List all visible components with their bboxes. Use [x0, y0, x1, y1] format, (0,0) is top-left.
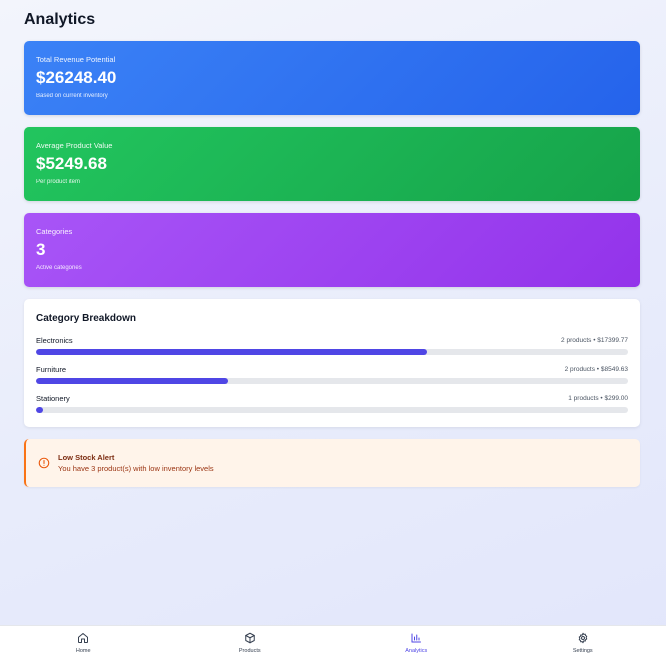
nav-label: Settings: [572, 648, 593, 654]
nav-item-analytics[interactable]: Analytics: [333, 626, 500, 661]
nav-item-home[interactable]: Home: [0, 626, 167, 661]
category-breakdown-card: Category Breakdown Electronics 2 product…: [24, 299, 640, 427]
category-name: Stationery: [36, 393, 70, 403]
category-row-electronics: Electronics 2 products • $17399.77: [36, 335, 628, 355]
category-row-furniture: Furniture 2 products • $8549.63: [36, 364, 628, 384]
bar-chart-icon: [411, 633, 422, 643]
nav-item-products[interactable]: Products: [167, 626, 334, 661]
alert-circle-icon: [38, 457, 50, 469]
stat-card-revenue: Total Revenue Potential $26248.40 Based …: [24, 41, 640, 115]
category-meta: 1 products • $299.00: [568, 394, 628, 402]
progress-fill: [36, 407, 44, 413]
bottom-navigation: Home Products Analytics Settings: [0, 625, 666, 661]
stat-card-average-value: Average Product Value $5249.68 Per produ…: [24, 127, 640, 201]
home-icon: [78, 633, 89, 643]
nav-label: Analytics: [405, 648, 428, 654]
low-stock-alert: Low Stock Alert You have 3 product(s) wi…: [24, 439, 640, 487]
category-row-stationery: Stationery 1 products • $299.00: [36, 393, 628, 413]
box-icon: [245, 632, 255, 644]
category-name: Electronics: [36, 335, 73, 345]
stat-label: Categories: [36, 227, 73, 236]
category-meta: 2 products • $17399.77: [561, 336, 628, 344]
progress-track: [36, 378, 628, 384]
stat-value: $5249.68: [36, 154, 107, 173]
stat-label: Total Revenue Potential: [36, 55, 116, 64]
alert-title: Low Stock Alert: [58, 453, 115, 462]
nav-label: Home: [75, 648, 91, 654]
stat-value: 3: [36, 240, 46, 259]
page-title: Analytics: [24, 11, 96, 28]
stat-value: $26248.40: [36, 68, 117, 87]
alert-text: You have 3 product(s) with low inventory…: [58, 464, 214, 473]
category-name: Furniture: [36, 364, 67, 374]
stat-subtitle: Based on current inventory: [36, 93, 108, 99]
nav-item-settings[interactable]: Settings: [500, 626, 666, 661]
stat-subtitle: Active categories: [36, 265, 82, 271]
stat-label: Average Product Value: [36, 141, 113, 150]
progress-fill: [36, 378, 229, 384]
stat-subtitle: Per product item: [36, 179, 81, 185]
progress-track: [36, 349, 628, 355]
progress-track: [36, 407, 628, 413]
nav-label: Products: [238, 648, 261, 654]
gear-icon: [578, 632, 587, 644]
stat-card-categories: Categories 3 Active categories: [24, 213, 640, 287]
breakdown-title: Category Breakdown: [36, 313, 137, 324]
progress-fill: [36, 349, 427, 355]
category-meta: 2 products • $8549.63: [564, 365, 628, 373]
